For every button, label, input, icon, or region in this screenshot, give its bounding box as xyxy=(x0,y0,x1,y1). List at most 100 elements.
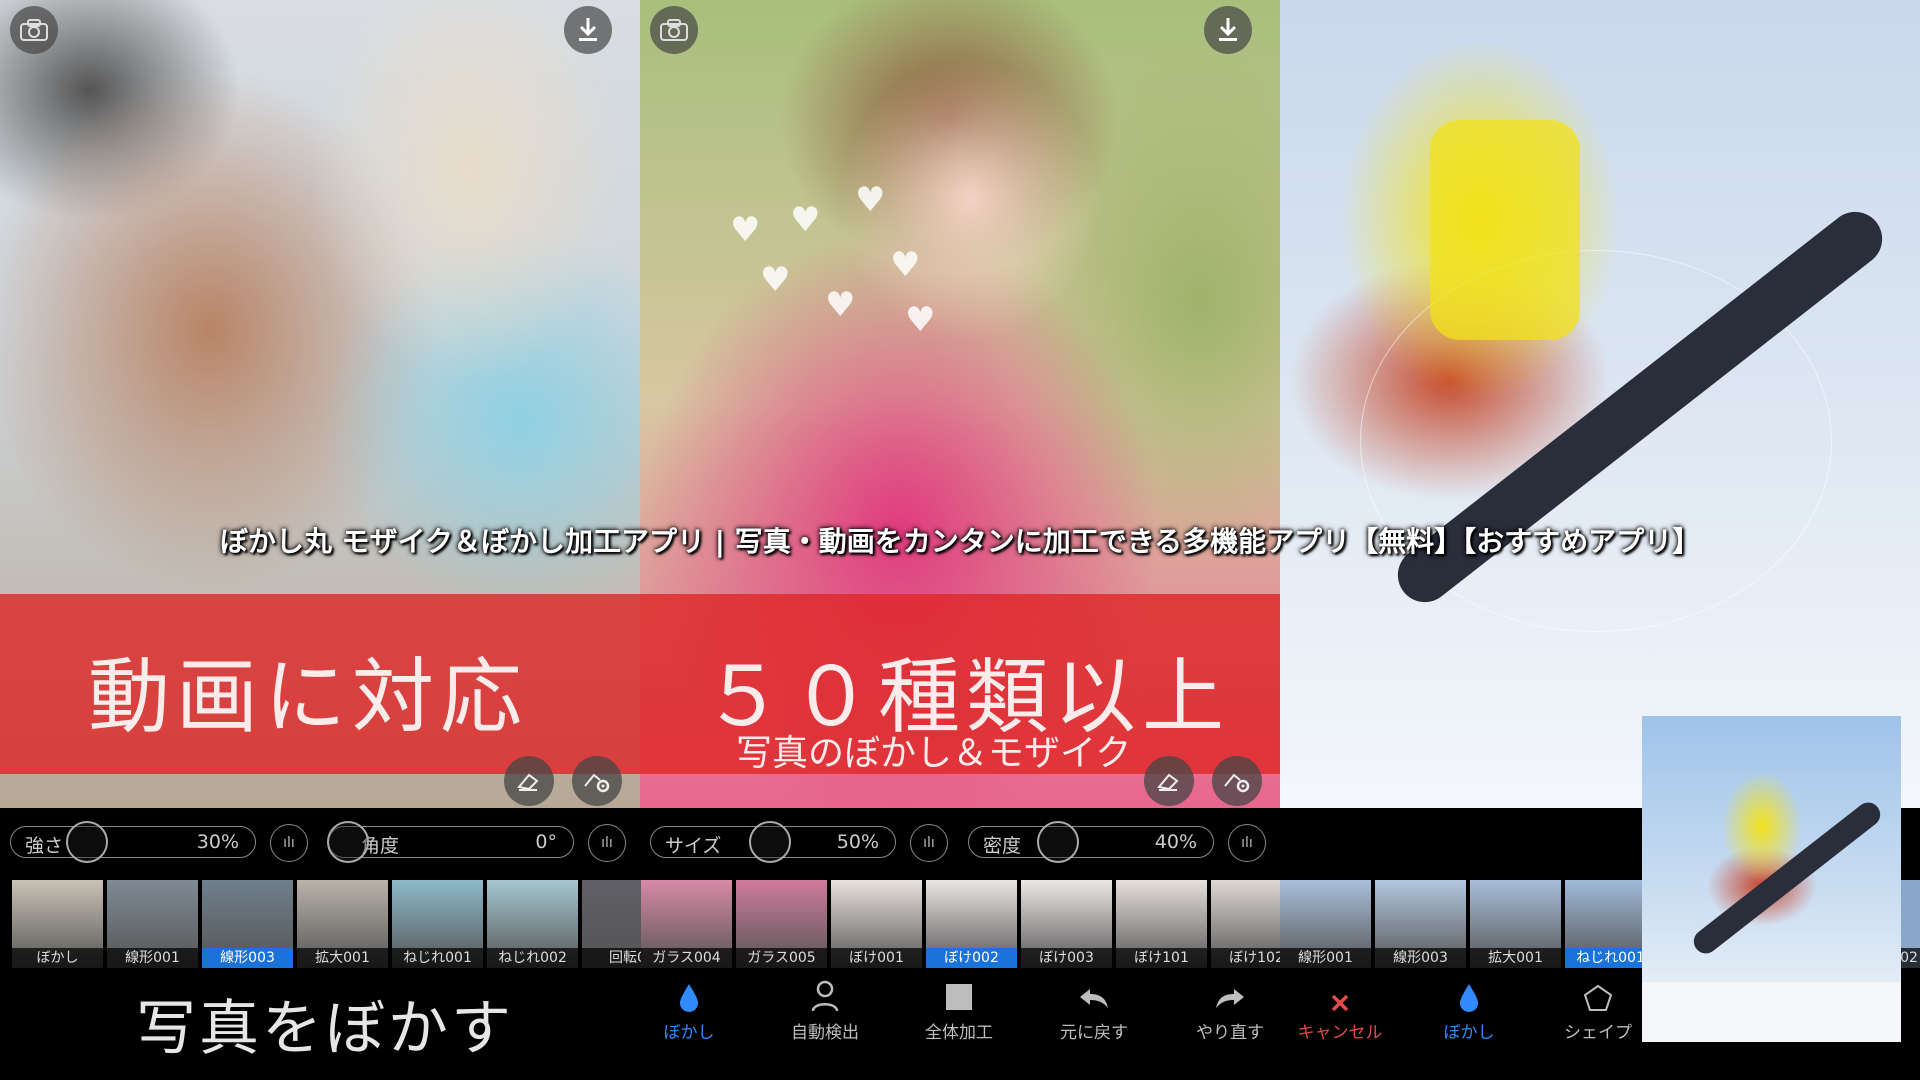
thumbnail-label: ぼけ101 xyxy=(1116,948,1207,968)
effect-thumbnail[interactable]: 線形001 xyxy=(107,880,198,968)
thumbnail-label: ガラス005 xyxy=(736,948,827,968)
photo-panel-family: 動画に対応 xyxy=(0,0,640,808)
heart-bokeh: ♥ xyxy=(760,260,791,300)
slider-controls: 強さ 30% ılı 角度 0° ılı サイズ 50% ılı 密度 40% … xyxy=(0,808,1645,880)
levels-icon: ılı xyxy=(1241,835,1253,851)
thumbnail-label: ガラス004 xyxy=(641,948,732,968)
effect-thumbnails-right: 線形001 線形003 拡大001 ねじれ001 xyxy=(1280,880,1656,968)
toolbar-label: 元に戻す xyxy=(1060,1023,1128,1043)
thumbnail-label: ぼけ003 xyxy=(1021,948,1112,968)
toolbar-label: 自動検出 xyxy=(791,1023,859,1043)
effect-thumbnail[interactable]: 線形003 xyxy=(1375,880,1466,968)
eraser-icon xyxy=(517,773,539,791)
density-slider[interactable]: 密度 40% xyxy=(968,821,1214,863)
slider-knob[interactable] xyxy=(749,821,791,863)
toolbar-label: ぼかし xyxy=(663,1023,715,1043)
toolbar-button[interactable]: 元に戻す xyxy=(1034,974,1154,1043)
photo-panel-snowboard xyxy=(1280,0,1920,808)
download-icon xyxy=(1219,18,1237,41)
slider-value: 0° xyxy=(535,831,557,853)
thumbnail-label: 線形001 xyxy=(1280,948,1371,968)
undo-icon xyxy=(1034,974,1154,1012)
effect-thumbnail[interactable]: ぼかし xyxy=(12,880,103,968)
download-button[interactable] xyxy=(564,6,612,54)
toolbar-button[interactable]: キャンセル xyxy=(1280,974,1400,1043)
levels-icon: ılı xyxy=(601,835,613,851)
eraser-button[interactable] xyxy=(1144,756,1194,806)
thumbnail-label: 線形003 xyxy=(202,948,293,968)
toolbar-button[interactable]: シェイプ xyxy=(1538,974,1658,1043)
toolbar-label: ぼかし xyxy=(1443,1023,1495,1043)
eraser-button[interactable] xyxy=(504,756,554,806)
effect-thumbnail[interactable]: ガラス004 xyxy=(641,880,732,968)
effect-thumbnail[interactable]: 拡大001 xyxy=(297,880,388,968)
effect-thumbnail[interactable]: 線形001 xyxy=(1280,880,1371,968)
square-icon xyxy=(899,974,1019,1012)
slider-label: サイズ xyxy=(665,835,722,857)
slider-label: 密度 xyxy=(983,835,1022,857)
toolbar-button[interactable]: やり直す xyxy=(1170,974,1290,1043)
effect-thumbnails-middle: ガラス004 ガラス005 ぼけ001 ぼけ002 ぼけ003 ぼけ101 ぼけ102 xyxy=(641,880,1302,968)
slider-knob[interactable] xyxy=(66,821,108,863)
effect-thumbnail[interactable]: ガラス005 xyxy=(736,880,827,968)
drop-icon xyxy=(1409,974,1529,1012)
effect-thumbnail[interactable]: ぼけ003 xyxy=(1021,880,1112,968)
slider-label: 強さ xyxy=(25,835,64,857)
effect-thumbnail-partial[interactable]: 02 xyxy=(1898,880,1920,968)
strength-slider[interactable]: 強さ 30% xyxy=(10,821,256,863)
levels-button[interactable]: ılı xyxy=(270,824,308,862)
redo-icon xyxy=(1170,974,1290,1012)
slider-value: 40% xyxy=(1154,831,1197,853)
camera-button[interactable] xyxy=(650,6,698,54)
toolbar-button[interactable]: ぼかし xyxy=(629,974,749,1043)
camera-icon xyxy=(20,19,48,41)
eraser-settings-icon xyxy=(1224,773,1250,793)
snowboard xyxy=(1688,797,1886,959)
camera-button[interactable] xyxy=(10,6,58,54)
heart-bokeh: ♥ xyxy=(790,200,821,240)
thumbnail-label: 線形001 xyxy=(107,948,198,968)
levels-button[interactable]: ılı xyxy=(1228,824,1266,862)
effect-thumbnails-left: ぼかし 線形001 線形003 拡大001 ねじれ001 ねじれ002 回転0 xyxy=(12,880,673,968)
rider-jacket xyxy=(1430,120,1580,340)
snow-slope xyxy=(1642,982,1901,1042)
eraser-settings-button[interactable] xyxy=(572,756,622,806)
photo-panel-kimono: ♥ ♥ ♥ ♥ ♥ ♥ ♥ ５０種類以上 写真のぼかし＆モザイク xyxy=(640,0,1280,808)
drop-icon xyxy=(629,974,749,1012)
levels-button[interactable]: ılı xyxy=(910,824,948,862)
levels-button[interactable]: ılı xyxy=(588,824,626,862)
camera-icon xyxy=(660,19,688,41)
toolbar-button[interactable]: 自動検出 xyxy=(765,974,885,1043)
size-slider[interactable]: サイズ 50% xyxy=(650,821,896,863)
eraser-settings-button[interactable] xyxy=(1212,756,1262,806)
page-title: ぼかし丸 モザイク＆ぼかし加工アプリ | 写真・動画をカンタンに加工できる多機能… xyxy=(219,525,1701,558)
person-icon xyxy=(765,974,885,1012)
effect-thumbnail[interactable]: 拡大001 xyxy=(1470,880,1561,968)
effect-thumbnail[interactable]: ねじれ001 xyxy=(392,880,483,968)
heart-bokeh: ♥ xyxy=(905,300,936,340)
effect-thumbnail[interactable]: ぼけ002 xyxy=(926,880,1017,968)
toolbar-button[interactable]: ぼかし xyxy=(1409,974,1529,1043)
effect-thumbnail[interactable]: ぼけ101 xyxy=(1116,880,1207,968)
feature-caption-blur-photo: 写真をぼかす xyxy=(136,994,514,1064)
slider-knob[interactable] xyxy=(1037,821,1079,863)
effect-thumbnail[interactable]: 線形003 xyxy=(202,880,293,968)
slider-value: 30% xyxy=(196,831,239,853)
thumbnail-label: 拡大001 xyxy=(1470,948,1561,968)
effect-thumbnail[interactable]: ぼけ001 xyxy=(831,880,922,968)
toolbar-button[interactable]: 全体加工 xyxy=(899,974,1019,1043)
thumbnail-label: ぼけ002 xyxy=(926,948,1017,968)
pentagon-icon xyxy=(1538,974,1658,1012)
download-button[interactable] xyxy=(1204,6,1252,54)
angle-slider[interactable]: 角度 0° xyxy=(327,821,574,863)
heart-bokeh: ♥ xyxy=(730,210,761,250)
levels-icon: ılı xyxy=(283,835,295,851)
preview-thumbnail xyxy=(1642,716,1901,1042)
thumbnail-label: ぼかし xyxy=(12,948,103,968)
toolbar-label: シェイプ xyxy=(1564,1023,1632,1043)
thumbnail-label: 拡大001 xyxy=(297,948,388,968)
effect-thumbnail[interactable]: ねじれ002 xyxy=(487,880,578,968)
slider-knob[interactable] xyxy=(327,821,369,863)
thumbnail-label: 線形003 xyxy=(1375,948,1466,968)
toolbar-label: 全体加工 xyxy=(925,1023,993,1043)
